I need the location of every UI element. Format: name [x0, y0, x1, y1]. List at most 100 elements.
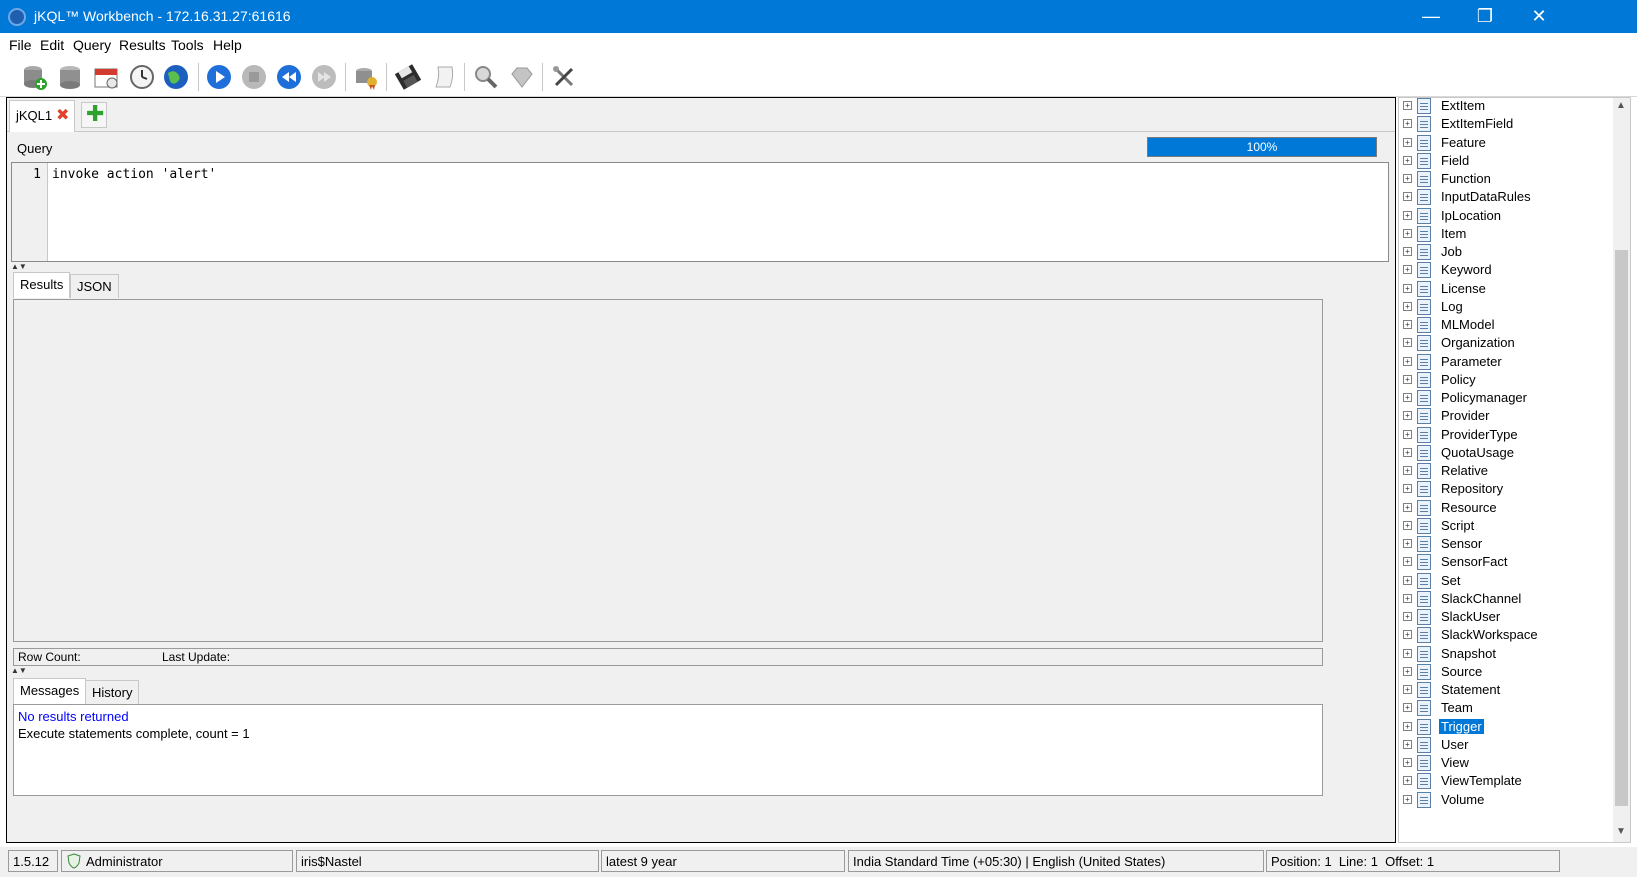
expand-icon[interactable]: + — [1403, 393, 1412, 402]
connect-icon[interactable] — [20, 63, 48, 91]
tab-messages[interactable]: Messages — [13, 678, 87, 704]
tree-node[interactable]: + QuotaUsage — [1399, 444, 1613, 462]
tree-node[interactable]: + Trigger — [1399, 718, 1613, 736]
expand-icon[interactable]: + — [1403, 301, 1412, 311]
menu-edit[interactable]: Edit — [40, 37, 64, 53]
menu-file[interactable]: File — [9, 37, 32, 53]
tree-node[interactable]: + Snapshot — [1399, 645, 1613, 663]
expand-icon[interactable]: + — [1403, 630, 1412, 640]
tree-node[interactable]: + Resource — [1399, 499, 1613, 517]
rewind-icon[interactable] — [275, 63, 303, 91]
expand-icon[interactable]: + — [1403, 575, 1412, 585]
tree-node[interactable]: + Item — [1399, 225, 1613, 243]
tree-node[interactable]: + ProviderType — [1399, 426, 1613, 444]
query-text[interactable]: invoke action 'alert' — [52, 167, 216, 182]
scroll-down-icon[interactable]: ▼ — [1616, 826, 1626, 837]
tree-node[interactable]: + Statement — [1399, 681, 1613, 699]
expand-icon[interactable]: + — [1403, 502, 1412, 512]
expand-icon[interactable]: + — [1403, 484, 1412, 494]
splitter-handle[interactable]: ▲▼ — [11, 262, 27, 271]
menu-help[interactable]: Help — [213, 37, 242, 53]
expand-icon[interactable]: + — [1403, 612, 1412, 621]
expand-icon[interactable]: + — [1403, 648, 1412, 658]
expand-icon[interactable]: + — [1403, 520, 1412, 530]
results-grid[interactable] — [13, 299, 1323, 642]
expand-icon[interactable]: + — [1403, 739, 1412, 749]
fast-forward-icon[interactable] — [310, 63, 338, 91]
tree-node[interactable]: + SlackWorkspace — [1399, 626, 1613, 644]
splitter-handle[interactable]: ▲▼ — [11, 666, 27, 675]
expand-icon[interactable]: + — [1403, 155, 1412, 165]
tree-scrollbar[interactable]: ▲ ▼ — [1613, 98, 1630, 842]
certificate-icon[interactable] — [352, 63, 380, 91]
expand-icon[interactable]: + — [1403, 666, 1412, 676]
tree-node[interactable]: + Organization — [1399, 334, 1613, 352]
scrollbar-thumb[interactable] — [1615, 250, 1628, 806]
expand-icon[interactable]: + — [1403, 758, 1412, 767]
tab-json[interactable]: JSON — [70, 274, 119, 298]
expand-icon[interactable]: + — [1403, 776, 1412, 786]
expand-icon[interactable]: + — [1403, 119, 1412, 129]
messages-panel[interactable]: No results returned Execute statements c… — [13, 704, 1323, 796]
script-icon[interactable] — [430, 63, 458, 91]
expand-icon[interactable]: + — [1403, 685, 1412, 694]
tree-node[interactable]: + Team — [1399, 699, 1613, 717]
tree-node[interactable]: + InputDataRules — [1399, 188, 1613, 206]
expand-icon[interactable]: + — [1403, 283, 1412, 293]
tree-node[interactable]: + Repository — [1399, 480, 1613, 498]
expand-icon[interactable]: + — [1403, 137, 1412, 147]
expand-icon[interactable]: + — [1403, 101, 1412, 110]
tree-node[interactable]: + Keyword — [1399, 261, 1613, 279]
tree-node[interactable]: + Feature — [1399, 134, 1613, 152]
tree-node[interactable]: + Provider — [1399, 407, 1613, 425]
tree-node[interactable]: + ExtItem — [1399, 98, 1613, 115]
expand-icon[interactable]: + — [1403, 593, 1412, 603]
expand-icon[interactable]: + — [1403, 192, 1412, 202]
tree-node[interactable]: + Relative — [1399, 462, 1613, 480]
close-tab-icon[interactable]: ✖ — [56, 105, 69, 125]
minimize-button[interactable]: — — [1404, 0, 1458, 33]
expand-icon[interactable]: + — [1403, 174, 1412, 183]
tree-node[interactable]: + Sensor — [1399, 535, 1613, 553]
expand-icon[interactable]: + — [1403, 721, 1412, 731]
save-icon[interactable] — [394, 63, 422, 91]
menu-results[interactable]: Results — [119, 37, 166, 53]
calendar-icon[interactable] — [92, 63, 120, 91]
expand-icon[interactable]: + — [1403, 247, 1412, 256]
expand-icon[interactable]: + — [1403, 794, 1412, 804]
stop-icon[interactable] — [240, 63, 268, 91]
close-button[interactable]: ✕ — [1512, 0, 1566, 33]
scroll-up-icon[interactable]: ▲ — [1616, 100, 1626, 111]
tab-results[interactable]: Results — [13, 272, 71, 298]
tab-jkql1[interactable]: jKQL1 ✖ — [9, 100, 75, 132]
expand-icon[interactable]: + — [1403, 429, 1412, 439]
tree-node[interactable]: + Policy — [1399, 371, 1613, 389]
tree-node[interactable]: + SlackUser — [1399, 608, 1613, 626]
run-icon[interactable] — [205, 63, 233, 91]
tree-node[interactable]: + View — [1399, 754, 1613, 772]
add-tab-button[interactable]: ✚ — [81, 101, 107, 128]
tree-node[interactable]: + Policymanager — [1399, 389, 1613, 407]
diamond-icon[interactable] — [508, 63, 536, 91]
database-icon[interactable] — [56, 63, 84, 91]
expand-icon[interactable]: + — [1403, 411, 1412, 421]
tree-node[interactable]: + Field — [1399, 152, 1613, 170]
expand-icon[interactable]: + — [1403, 338, 1412, 348]
menu-query[interactable]: Query — [73, 37, 111, 53]
tree-node[interactable]: + Set — [1399, 572, 1613, 590]
tree-node[interactable]: + License — [1399, 280, 1613, 298]
tree-node[interactable]: + Job — [1399, 243, 1613, 261]
tree-node[interactable]: + MLModel — [1399, 316, 1613, 334]
expand-icon[interactable]: + — [1403, 466, 1412, 475]
tree-node[interactable]: + IpLocation — [1399, 207, 1613, 225]
expand-icon[interactable]: + — [1403, 447, 1412, 457]
query-editor[interactable]: 1 invoke action 'alert' — [11, 162, 1389, 262]
tree-node[interactable]: + User — [1399, 736, 1613, 754]
expand-icon[interactable]: + — [1403, 374, 1412, 384]
expand-icon[interactable]: + — [1403, 539, 1412, 548]
tree-node[interactable]: + Function — [1399, 170, 1613, 188]
expand-icon[interactable]: + — [1403, 703, 1412, 713]
search-icon[interactable] — [472, 63, 500, 91]
tools-icon[interactable] — [550, 63, 578, 91]
expand-icon[interactable]: + — [1403, 265, 1412, 275]
